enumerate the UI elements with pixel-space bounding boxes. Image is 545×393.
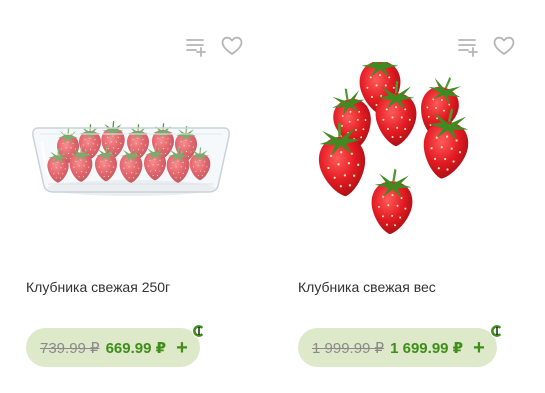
plus-icon: + [473,336,485,359]
plus-icon: + [176,336,188,359]
product-card[interactable]: Клубника свежая вес 1 999.99 ₽ 1 699.99 … [290,0,540,393]
card-actions [456,34,516,58]
playlist-add-icon[interactable] [184,34,208,58]
green-c-badge-icon [490,324,504,338]
heart-outline-icon[interactable] [220,34,244,58]
add-to-cart-button[interactable]: 739.99 ₽ 669.99 ₽ + [26,328,200,367]
playlist-add-icon[interactable] [456,34,480,58]
product-card[interactable]: Клубника свежая 250г 739.99 ₽ 669.99 ₽ + [18,0,268,393]
card-actions [184,34,244,58]
old-price: 1 999.99 ₽ [312,339,385,357]
product-image[interactable] [290,62,518,252]
product-title[interactable]: Клубника свежая вес [298,278,530,296]
green-c-badge-icon [192,324,206,338]
old-price: 739.99 ₽ [40,339,100,357]
current-price: 669.99 ₽ [105,339,167,357]
current-price: 1 699.99 ₽ [390,339,464,357]
product-image[interactable] [18,62,246,252]
heart-outline-icon[interactable] [492,34,516,58]
product-title[interactable]: Клубника свежая 250г [26,278,258,296]
add-to-cart-button[interactable]: 1 999.99 ₽ 1 699.99 ₽ + [298,328,497,367]
